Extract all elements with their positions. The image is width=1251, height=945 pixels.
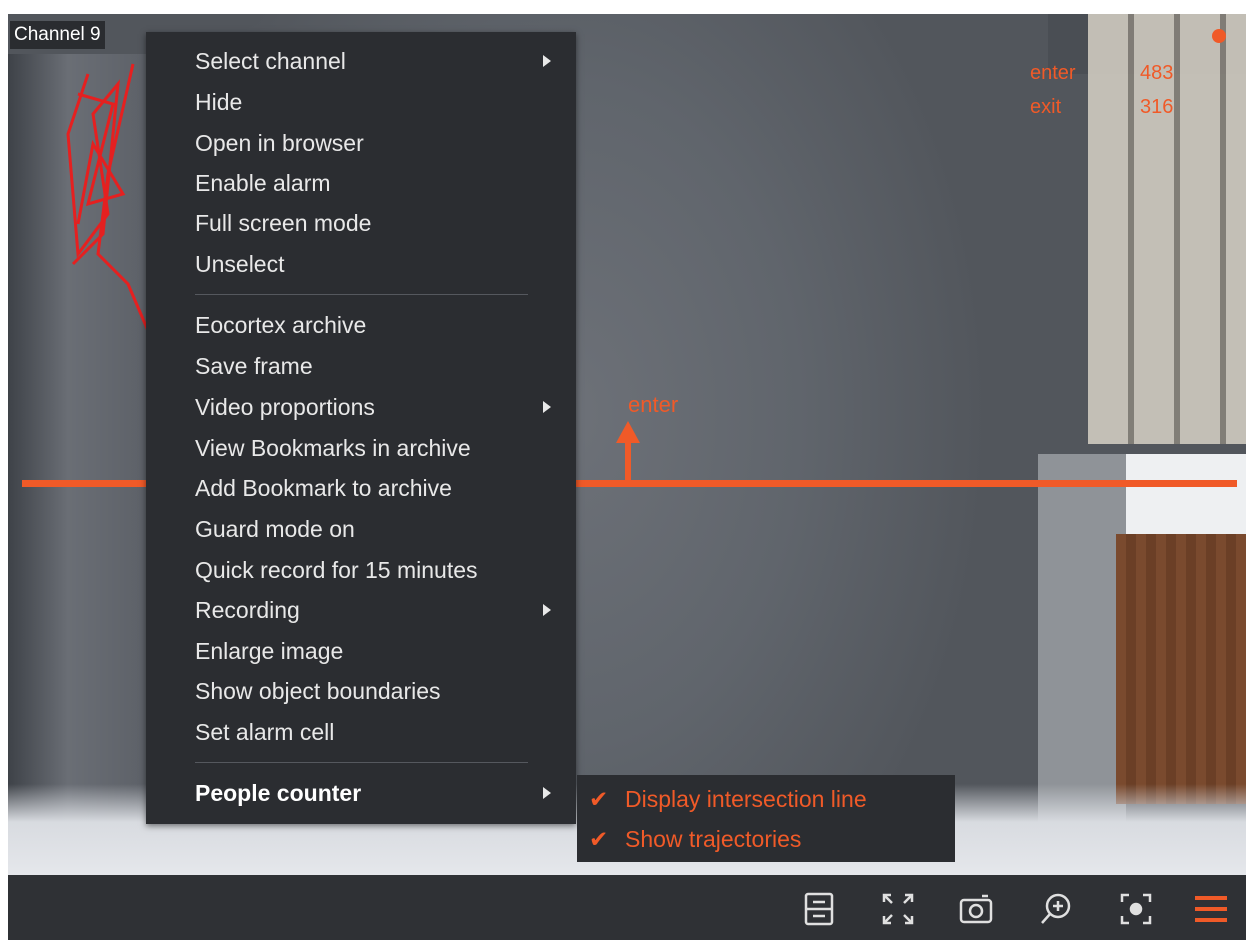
- menu-item-video-proportions[interactable]: Video proportions: [195, 387, 565, 427]
- counter-exit-value: 316: [1140, 96, 1174, 118]
- menu-item-label: People counter: [195, 780, 362, 806]
- snapshot-icon[interactable]: [958, 891, 994, 927]
- submenu-arrow-icon: [543, 401, 551, 413]
- menu-item-label: Open in browser: [195, 130, 364, 156]
- menu-item-save-frame[interactable]: Save frame: [195, 346, 565, 386]
- menu-item-enlarge-image[interactable]: Enlarge image: [195, 631, 565, 671]
- video-door: [1116, 534, 1246, 804]
- menu-item-label: Unselect: [195, 251, 285, 277]
- focus-icon[interactable]: [1118, 891, 1154, 927]
- video-door-snow: [1126, 454, 1246, 544]
- menu-item-label: Video proportions: [195, 394, 375, 420]
- menu-item-label: Guard mode on: [195, 516, 355, 542]
- layout-icon[interactable]: [801, 891, 837, 927]
- menu-item-label: View Bookmarks in archive: [195, 435, 471, 461]
- menu-item-label: Enlarge image: [195, 638, 344, 664]
- context-menu: Select channel Hide Open in browser Enab…: [146, 32, 576, 824]
- menu-icon[interactable]: [1193, 891, 1229, 927]
- menu-item-open-in-browser[interactable]: Open in browser: [195, 123, 565, 163]
- menu-item-label: Eocortex archive: [195, 312, 367, 338]
- checkmark-icon: ✔: [589, 786, 609, 812]
- menu-separator: [195, 294, 528, 295]
- zoom-in-icon[interactable]: [1038, 891, 1074, 927]
- menu-item-enable-alarm[interactable]: Enable alarm: [195, 163, 565, 203]
- menu-item-select-channel[interactable]: Select channel: [195, 41, 565, 81]
- direction-arrow-icon: [616, 421, 640, 443]
- checkmark-icon: ✔: [589, 826, 609, 852]
- menu-item-label: Quick record for 15 minutes: [195, 557, 478, 583]
- menu-item-hide[interactable]: Hide: [195, 82, 565, 122]
- menu-item-recording[interactable]: Recording: [195, 590, 565, 630]
- menu-item-people-counter[interactable]: People counter: [195, 773, 565, 813]
- counter-enter-value: 483: [1140, 62, 1174, 84]
- direction-arrow-shaft: [625, 439, 631, 484]
- menu-item-label: Select channel: [195, 48, 346, 74]
- menu-separator: [195, 762, 528, 763]
- counter-exit-label: exit: [1030, 96, 1062, 118]
- menu-item-add-bookmark[interactable]: Add Bookmark to archive: [195, 468, 565, 508]
- submenu-item-label: Show trajectories: [625, 826, 802, 852]
- submenu-arrow-icon: [543, 787, 551, 799]
- menu-item-guard-mode[interactable]: Guard mode on: [195, 509, 565, 549]
- menu-item-set-alarm-cell[interactable]: Set alarm cell: [195, 712, 565, 752]
- menu-item-label: Set alarm cell: [195, 719, 335, 745]
- menu-item-label: Recording: [195, 597, 300, 623]
- counter-enter-label: enter: [1030, 62, 1076, 84]
- menu-item-unselect[interactable]: Unselect: [195, 244, 565, 284]
- menu-item-label: Add Bookmark to archive: [195, 475, 452, 501]
- submenu-item-display-intersection-line[interactable]: ✔ Display intersection line: [589, 779, 949, 819]
- menu-item-label: Show object boundaries: [195, 678, 441, 704]
- menu-item-label: Hide: [195, 89, 243, 115]
- submenu-item-label: Display intersection line: [625, 786, 867, 812]
- fullscreen-icon[interactable]: [880, 891, 916, 927]
- menu-item-eocortex-archive[interactable]: Eocortex archive: [195, 305, 565, 345]
- recording-indicator: [1212, 29, 1226, 43]
- menu-item-label: Enable alarm: [195, 170, 331, 196]
- menu-item-show-object-boundaries[interactable]: Show object boundaries: [195, 671, 565, 711]
- channel-title: Channel 9: [10, 21, 105, 49]
- submenu-item-show-trajectories[interactable]: ✔ Show trajectories: [589, 819, 949, 859]
- bottom-toolbar: [8, 875, 1246, 940]
- menu-item-quick-record[interactable]: Quick record for 15 minutes: [195, 550, 565, 590]
- menu-item-label: Full screen mode: [195, 210, 372, 236]
- submenu-arrow-icon: [543, 55, 551, 67]
- submenu-arrow-icon: [543, 604, 551, 616]
- menu-item-label: Save frame: [195, 353, 313, 379]
- menu-item-view-bookmarks[interactable]: View Bookmarks in archive: [195, 428, 565, 468]
- people-counter-submenu: ✔ Display intersection line ✔ Show traject…: [577, 775, 955, 862]
- direction-label: enter: [628, 392, 679, 417]
- menu-item-full-screen-mode[interactable]: Full screen mode: [195, 203, 565, 243]
